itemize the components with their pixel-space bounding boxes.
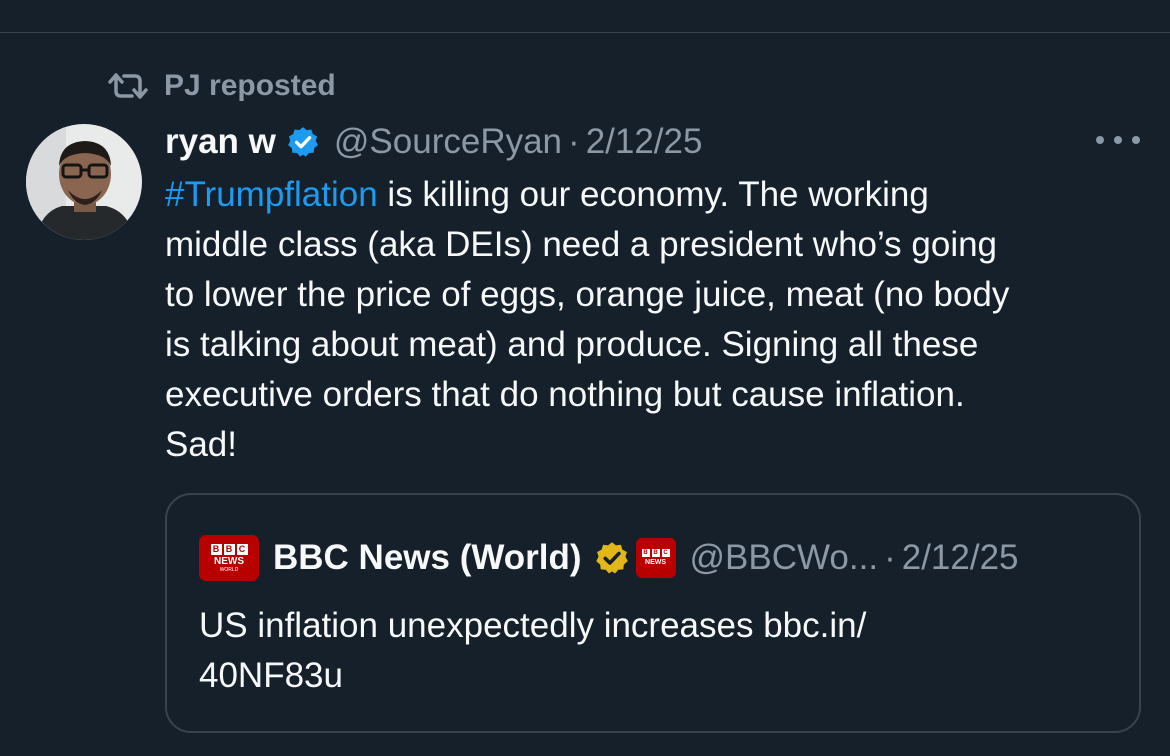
more-options-icon[interactable] bbox=[1096, 128, 1140, 152]
tweet-date[interactable]: 2/12/25 bbox=[586, 122, 703, 162]
quoted-author-name[interactable]: BBC News (World) bbox=[273, 538, 582, 578]
quoted-tweet-text: US inflation unexpectedly increases bbc.… bbox=[199, 601, 1099, 701]
quoted-text-line: US inflation unexpectedly increases bbc.… bbox=[199, 606, 867, 645]
bbc-affiliate-icon[interactable]: B B C NEWS bbox=[635, 538, 676, 578]
verified-badge-icon[interactable] bbox=[286, 125, 320, 159]
tweet-header: ryan w @SourceRyan · 2/12/25 bbox=[165, 120, 702, 164]
separator-dot: · bbox=[568, 122, 580, 161]
repost-indicator[interactable]: PJ reposted bbox=[108, 68, 336, 104]
quoted-author-handle[interactable]: @BBCWo... bbox=[690, 538, 879, 578]
repost-icon bbox=[108, 71, 148, 101]
bbc-logo-sub: WORLD bbox=[219, 566, 239, 573]
bbc-block-letter: B bbox=[641, 549, 650, 557]
bbc-logo-word: NEWS bbox=[214, 555, 244, 567]
avatar[interactable] bbox=[26, 124, 142, 240]
top-divider bbox=[0, 32, 1170, 33]
tweet-text-line: middle class (aka DEIs) need a president… bbox=[165, 225, 998, 264]
quoted-tweet-card[interactable]: B B C NEWS WORLD BBC News (World) B B C … bbox=[165, 493, 1141, 733]
repost-label: PJ reposted bbox=[164, 69, 336, 102]
author-name[interactable]: ryan w bbox=[165, 122, 276, 162]
bbc-news-logo[interactable]: B B C NEWS WORLD bbox=[199, 535, 259, 581]
quoted-tweet-header: B B C NEWS WORLD BBC News (World) B B C … bbox=[199, 535, 1019, 581]
quoted-text-line: 40NF83u bbox=[199, 656, 343, 695]
bbc-block-letter: B bbox=[210, 543, 222, 555]
tweet-text-segment: is killing our economy. The working bbox=[377, 175, 929, 214]
bbc-blocks: B B C bbox=[210, 543, 248, 555]
tweet-text: #Trumpflation is killing our economy. Th… bbox=[165, 170, 1155, 470]
bbc-block-letter: B bbox=[223, 543, 235, 555]
bbc-block-letter: C bbox=[661, 549, 670, 557]
tweet-text-line: executive orders that do nothing but cau… bbox=[165, 375, 965, 414]
author-handle[interactable]: @SourceRyan bbox=[334, 122, 562, 162]
bbc-block-letter: C bbox=[236, 543, 248, 555]
gold-verified-badge-icon[interactable] bbox=[594, 540, 630, 576]
more-dot bbox=[1132, 136, 1140, 144]
hashtag-link[interactable]: #Trumpflation bbox=[165, 175, 378, 214]
tweet-text-line: Sad! bbox=[165, 425, 237, 464]
separator-dot: · bbox=[884, 538, 896, 577]
bbc-blocks: B B C bbox=[641, 549, 670, 557]
more-dot bbox=[1114, 136, 1122, 144]
tweet-text-line: to lower the price of eggs, orange juice… bbox=[165, 275, 1010, 314]
more-dot bbox=[1096, 136, 1104, 144]
tweet-text-line: #Trumpflation is killing our economy. Th… bbox=[165, 170, 1155, 220]
quoted-tweet-date[interactable]: 2/12/25 bbox=[902, 538, 1019, 578]
bbc-block-letter: B bbox=[651, 549, 660, 557]
tweet-text-line: is talking about meat) and produce. Sign… bbox=[165, 325, 979, 364]
bbc-logo-word: NEWS bbox=[645, 559, 667, 566]
